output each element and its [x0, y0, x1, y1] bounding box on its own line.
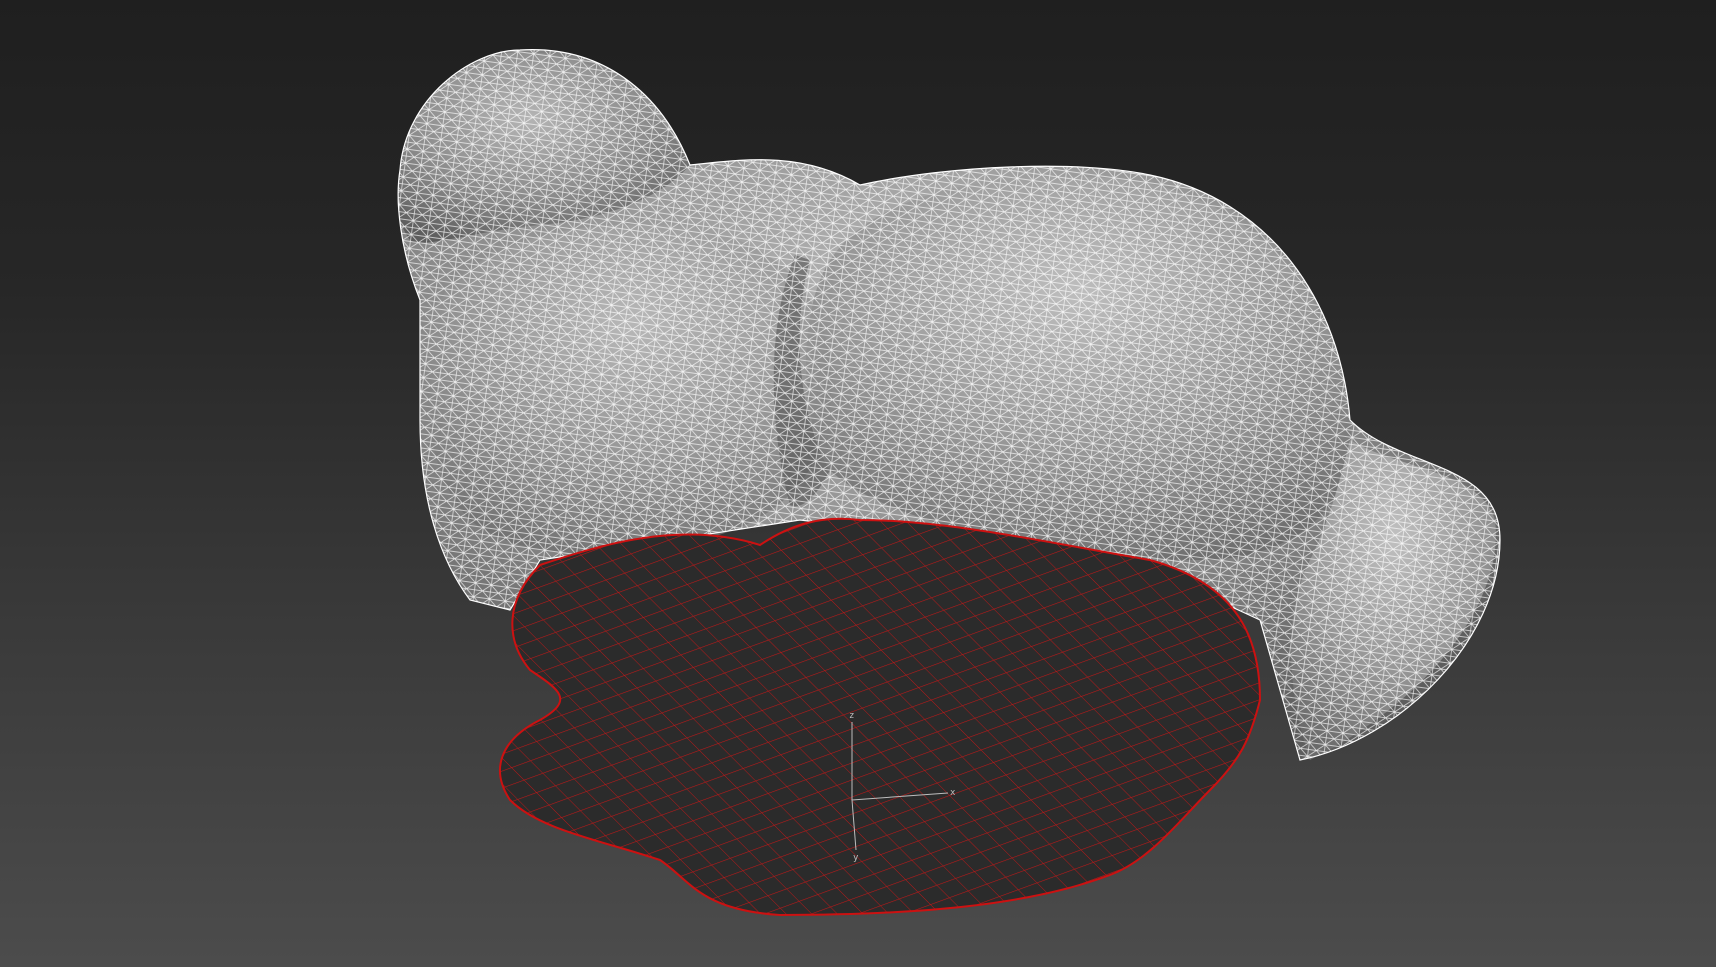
gizmo-label-y: y	[853, 853, 859, 863]
gizmo-label-z: z	[849, 711, 854, 721]
selected-face-region[interactable]	[499, 517, 1262, 917]
gizmo-label-x: x	[950, 788, 956, 798]
viewport-scene[interactable]: z x y	[0, 0, 1716, 967]
selection-grid	[500, 518, 1260, 915]
3d-viewport[interactable]: z x y	[0, 0, 1716, 967]
